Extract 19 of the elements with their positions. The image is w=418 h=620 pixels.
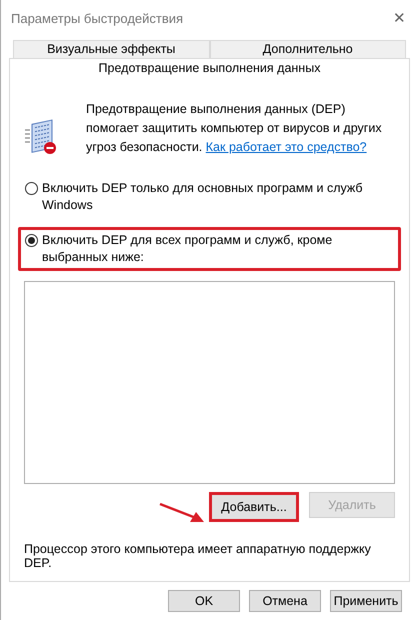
tab[interactable]: Дополнительно [210,40,406,58]
dialog-button[interactable]: OK [168,590,240,612]
dialog-button[interactable]: Применить [330,590,402,612]
tab[interactable]: Визуальные эффекты [13,40,210,58]
radio-button[interactable] [25,182,38,195]
list-button[interactable]: Добавить... [209,492,299,522]
radio-option[interactable]: Включить DEP только для основных программ и служб Windows [18,175,401,219]
option-label: Включить DEP только для основных программ и служб Windows [42,180,364,214]
help-link[interactable]: Как работает это средство? [206,140,367,154]
dialog-button[interactable]: Отмена [249,590,321,612]
radio-option[interactable]: Включить DEP для всех программ и служб, кроме выбранных ниже: [18,227,401,271]
status-text: Процессор этого компьютера имеет аппаратную поддержку DEP. [24,542,372,570]
option-label: Включить DEP для всех программ и служб, кроме выбранных ниже: [42,232,334,266]
tab[interactable]: Предотвращение выполнения данных [9,58,410,78]
radio-button[interactable] [25,234,38,247]
description-text: Предотвращение выполнения данных (DEP) помогает защитить компьютер от вирусов и других угроз безопасности. Как работает это средство? [86,101,383,156]
close-button[interactable]: ✕ [393,9,406,27]
arrow-annotation [158,502,206,524]
window-title: Параметры быстродействия [11,10,184,26]
